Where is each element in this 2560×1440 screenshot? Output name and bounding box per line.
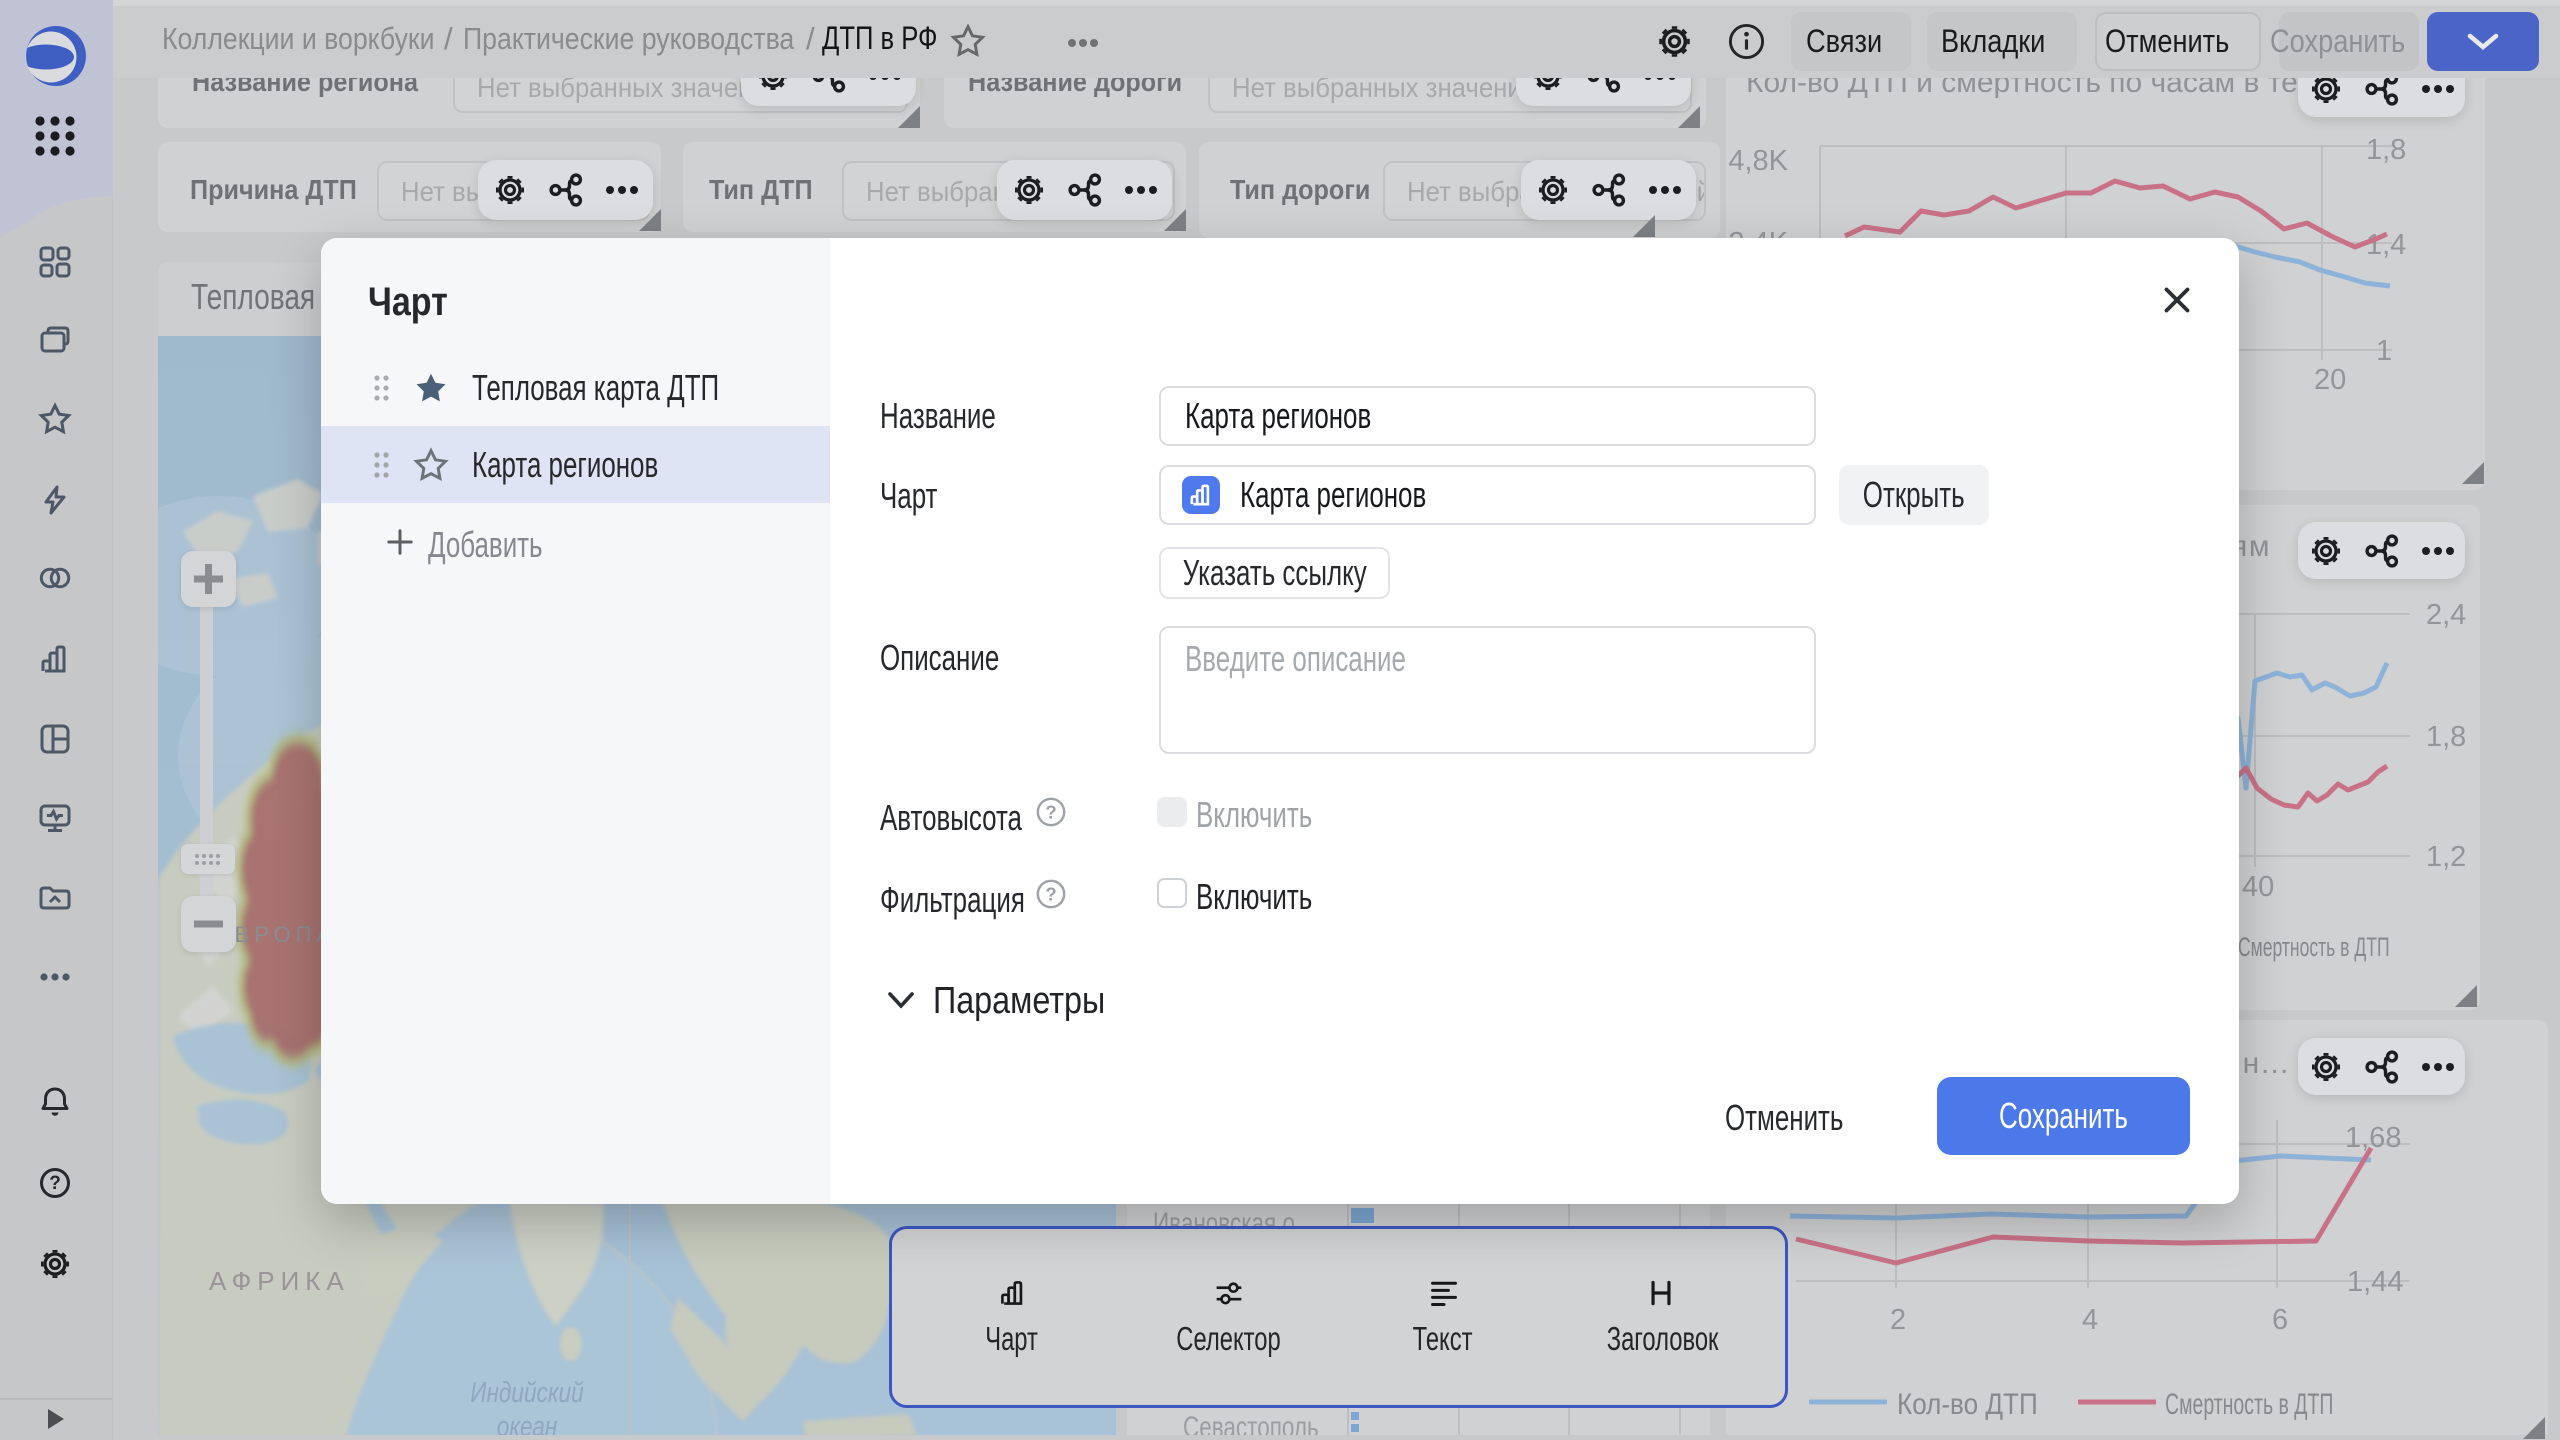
svg-text:20: 20: [2314, 364, 2346, 396]
svg-text:2,4: 2,4: [2426, 599, 2466, 631]
svg-text:1: 1: [2376, 335, 2392, 367]
svg-text:1,44: 1,44: [2347, 1266, 2403, 1298]
svg-text:40: 40: [2242, 871, 2274, 903]
svg-text:1,68: 1,68: [2345, 1122, 2401, 1154]
svg-text:1,8: 1,8: [2366, 134, 2406, 166]
svg-text:Смертность в ДТП: Смертность в ДТП: [2238, 931, 2390, 962]
svg-text:2: 2: [1890, 1304, 1906, 1336]
svg-text:4: 4: [2082, 1304, 2098, 1336]
svg-text:Индийский: Индийский: [470, 1375, 583, 1408]
svg-text:?: ?: [1045, 802, 1057, 823]
svg-text:4,8K: 4,8K: [1728, 145, 1788, 177]
svg-text:6: 6: [2272, 1304, 2288, 1336]
svg-text:Смертность в ДТП: Смертность в ДТП: [2165, 1388, 2333, 1421]
svg-text:АФРИКА: АФРИКА: [209, 1266, 350, 1296]
svg-text:?: ?: [49, 1173, 61, 1194]
svg-text:?: ?: [1045, 884, 1057, 905]
svg-text:1,8: 1,8: [2426, 721, 2466, 753]
svg-text:1,2: 1,2: [2426, 841, 2466, 873]
svg-text:Кол-во ДТП: Кол-во ДТП: [1897, 1387, 2038, 1420]
